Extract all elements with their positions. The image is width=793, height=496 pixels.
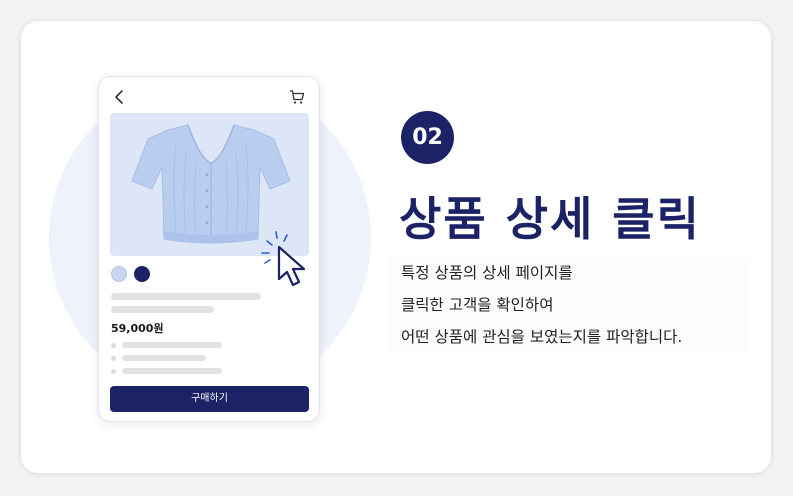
- placeholder-text-line: [111, 306, 214, 313]
- color-swatch-light-blue[interactable]: [111, 266, 127, 282]
- placeholder-text-line: [122, 342, 222, 348]
- product-price: 59,000원: [111, 322, 164, 335]
- bullet-dot: [111, 356, 116, 361]
- bullet-dot: [111, 343, 116, 348]
- placeholder-text-line: [122, 368, 222, 374]
- step-description: 특정 상품의 상세 페이지를 클릭한 고객을 확인하여 어떤 상품에 관심을 보…: [389, 257, 749, 353]
- placeholder-text-line: [111, 293, 261, 300]
- phone-mockup: 59,000원 구매하기: [98, 76, 320, 422]
- bullet-dot: [111, 369, 116, 374]
- slide-card: 59,000원 구매하기 02 상품 상세 클릭 특정 상품의 상세 페이지를 …: [20, 20, 772, 474]
- description-line: 클릭한 고객을 확인하여: [389, 289, 749, 321]
- description-line: 어떤 상품에 관심을 보였는지를 파악합니다.: [389, 321, 749, 353]
- placeholder-text-line: [122, 355, 206, 361]
- cart-icon[interactable]: [289, 89, 305, 105]
- buy-button[interactable]: 구매하기: [110, 386, 309, 412]
- color-swatch-navy[interactable]: [134, 266, 150, 282]
- back-arrow-icon[interactable]: [111, 87, 127, 107]
- description-line: 특정 상품의 상세 페이지를: [389, 257, 749, 289]
- mouse-cursor-icon: [261, 231, 306, 287]
- step-number-badge: 02: [401, 111, 454, 164]
- step-title: 상품 상세 클릭: [399, 192, 701, 246]
